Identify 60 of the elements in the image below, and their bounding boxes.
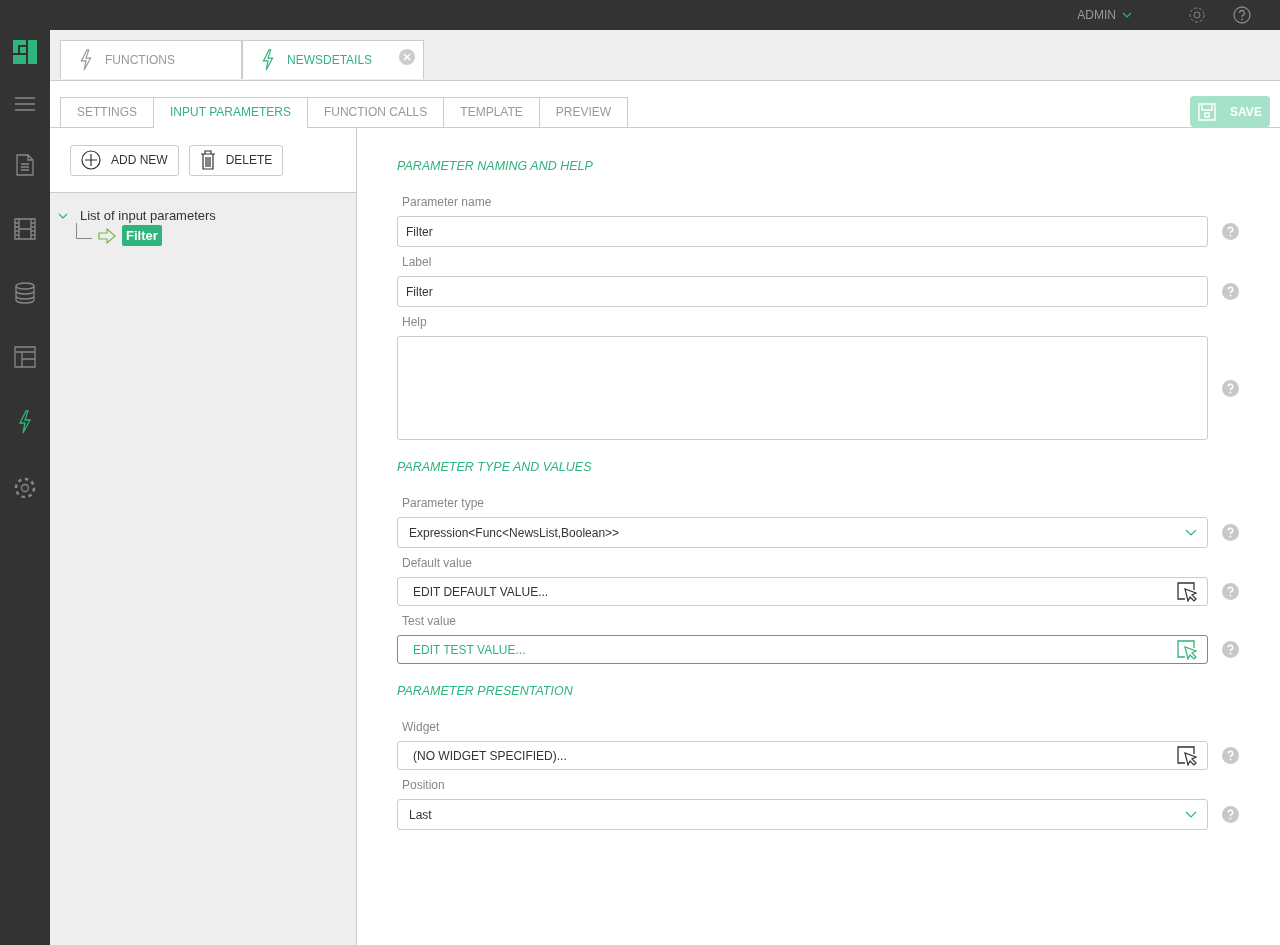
tab[interactable]: INPUT PARAMETERS [153,97,308,128]
plus-circle-icon [81,150,101,170]
text-area[interactable] [397,336,1208,440]
lightning-icon [79,49,93,71]
field-label: Parameter name [402,195,493,209]
field-label: Help [402,315,428,329]
help-icon[interactable] [1222,379,1239,397]
cursor-icon [1177,745,1197,766]
tab[interactable]: PREVIEW [538,97,629,127]
user-menu[interactable]: ADMIN [1077,8,1132,22]
close-icon[interactable] [399,49,415,65]
logo-icon[interactable] [13,40,37,64]
section-heading: PARAMETER NAMING AND HELP [397,159,594,173]
tab[interactable]: SETTINGS [60,97,154,127]
help-icon[interactable] [1222,223,1239,240]
dropdown[interactable]: Expression<Func<NewsList,Boolean>> [397,517,1208,548]
help-icon[interactable] [1222,283,1239,300]
field-label: Position [402,778,446,792]
layout-icon[interactable] [14,346,36,368]
lightning-icon[interactable] [18,410,32,434]
lightning-icon [261,49,275,71]
text-field[interactable]: Filter [397,276,1208,307]
trash-icon [199,150,216,170]
document-tab[interactable]: FUNCTIONS [60,40,242,79]
field-label: Label [402,255,433,269]
help-icon[interactable] [1222,806,1239,823]
field-label: Test value [402,614,458,628]
tree-line [76,222,92,239]
tree-item[interactable]: List of input parameters [80,208,216,223]
chevron-icon [1185,528,1197,537]
film-icon[interactable] [14,218,36,240]
document-tab[interactable]: NEWSDETAILS [242,40,424,79]
tree-item[interactable]: Filter [122,225,162,246]
delete-button[interactable]: DELETE [188,144,284,176]
chevron-icon [1185,810,1197,819]
section-heading: PARAMETER PRESENTATION [397,684,574,698]
arrow-icon [98,227,116,244]
picker-field[interactable]: EDIT DEFAULT VALUE... [397,577,1208,606]
help-icon[interactable] [1222,524,1239,541]
section-heading: PARAMETER TYPE AND VALUES [397,460,593,474]
settings-icon[interactable] [1187,5,1207,25]
field-label: Default value [402,556,474,570]
help-icon[interactable] [1222,583,1239,600]
help-icon[interactable] [1222,641,1239,658]
help-icon[interactable] [1232,5,1252,25]
chevron-icon[interactable] [1122,12,1132,18]
document-icon[interactable] [15,154,35,176]
database-icon[interactable] [14,282,36,304]
add-button[interactable]: ADD NEW [70,144,179,176]
cursor-icon [1177,581,1197,602]
settings-icon[interactable] [13,476,37,500]
text-field[interactable]: Filter [397,216,1208,247]
help-icon[interactable] [1222,747,1239,764]
cursor-icon [1177,639,1197,660]
menu-icon[interactable] [15,96,35,112]
dropdown[interactable]: Last [397,799,1208,830]
picker-field[interactable]: (NO WIDGET SPECIFIED)... [397,741,1208,770]
field-label: Widget [402,720,441,734]
field-label: Parameter type [402,496,486,510]
picker-field[interactable]: EDIT TEST VALUE... [397,635,1208,664]
